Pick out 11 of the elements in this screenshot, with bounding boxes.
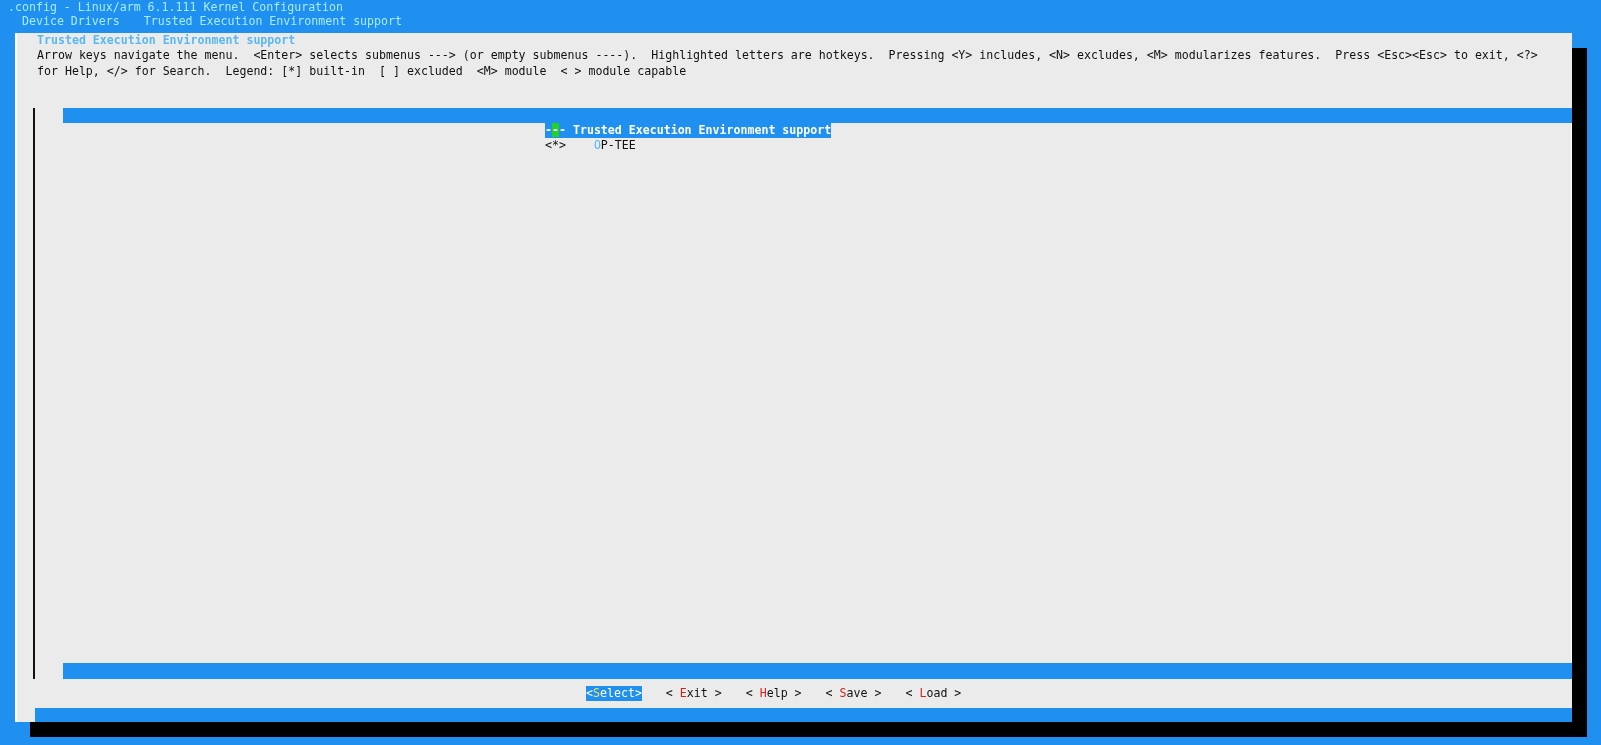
dialog-button[interactable]: < Load > [905,686,962,701]
breadcrumb-item: Trusted Execution Environment support [143,14,402,28]
dialog-button[interactable]: < Help > [745,686,802,701]
menu-item[interactable]: <*> OP-TEE [545,138,636,153]
window-title: .config - Linux/arm 6.1.111 Kernel Configuration [8,0,344,14]
breadcrumb-item: Device Drivers [22,14,120,28]
dialog-button[interactable]: < Save > [825,686,882,701]
help-text: Arrow keys navigate the menu. <Enter> selects submenus ---> (or empty submenus ----). Highlighted letters are hotkeys. Pressing <Y> includes, <N> excludes, <M> modularizes features. Press <Esc><Esc> to exit, <?> [36,47,1539,63]
dialog-button[interactable]: < Exit > [665,686,722,701]
dialog-title: Trusted Execution Environment support [36,33,297,47]
help-text: for Help, </> for Search. Legend: [*] built-in [ ] excluded <M> module < > module capable [36,63,688,79]
